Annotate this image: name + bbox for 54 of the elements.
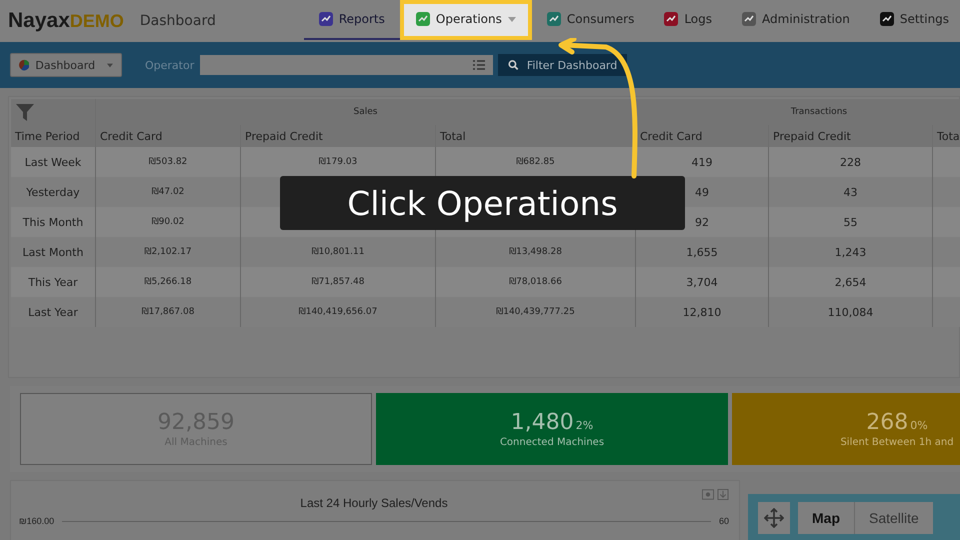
stat-value: 268 bbox=[866, 410, 908, 435]
map-type-button[interactable]: Satellite bbox=[855, 502, 933, 534]
table-cell: 3,704 bbox=[636, 267, 769, 297]
dashboard-dropdown[interactable]: Dashboard bbox=[10, 53, 122, 77]
move-button[interactable] bbox=[758, 502, 790, 534]
stat-percent: 2% bbox=[576, 419, 594, 432]
stat-percent: 0% bbox=[910, 419, 928, 432]
group-header: Transactions bbox=[636, 99, 960, 125]
caret-icon bbox=[107, 62, 113, 68]
column-header: Prepaid Credit bbox=[241, 125, 436, 147]
pie-chart-icon bbox=[19, 58, 30, 72]
map-type-button[interactable]: Map bbox=[798, 502, 855, 534]
table-cell: This Year bbox=[11, 267, 96, 297]
stat-value: 1,480 bbox=[510, 410, 574, 435]
table-cell: 419 bbox=[636, 147, 769, 177]
stat-label: Connected Machines bbox=[500, 437, 604, 448]
table-cell: 2,654 bbox=[769, 267, 933, 297]
brand-logo: Nayax bbox=[8, 9, 70, 33]
filter-dashboard-button[interactable]: Filter Dashboard bbox=[498, 54, 628, 76]
operator-label: Operator bbox=[145, 58, 194, 72]
stat-label: Silent Between 1h and bbox=[840, 437, 954, 448]
table-cell: This Month bbox=[11, 207, 96, 237]
table-cell: ₪5,266.18 bbox=[96, 267, 241, 297]
chart-title: Last 24 Hourly Sales/Vends bbox=[299, 496, 449, 510]
download-icon[interactable] bbox=[717, 489, 729, 500]
table-cell: ₪78,018.66 bbox=[436, 267, 636, 297]
instruction-callout: Click Operations bbox=[280, 176, 685, 230]
column-header: Credit Card bbox=[636, 125, 769, 147]
axis-label: 60 bbox=[718, 516, 729, 526]
nav-tab[interactable]: Administration bbox=[727, 0, 865, 40]
table-cell: 228 bbox=[769, 147, 933, 177]
nav-tab[interactable]: Settings bbox=[864, 0, 960, 40]
table-cell: ₪71,857.48 bbox=[241, 267, 436, 297]
column-header: Total bbox=[933, 125, 960, 147]
list-icon bbox=[473, 60, 486, 70]
table-cell: ₪90.02 bbox=[96, 207, 241, 237]
table-cell: Last Week bbox=[11, 147, 96, 177]
filter-icon[interactable] bbox=[15, 102, 35, 122]
page-title: Dashboard bbox=[140, 13, 216, 29]
edition-label: DEMO bbox=[70, 11, 124, 31]
nav-tab[interactable]: Operations bbox=[400, 0, 532, 40]
table-cell: ₪179.03 bbox=[241, 147, 436, 177]
move-icon bbox=[764, 508, 784, 528]
column-header: Prepaid Credit bbox=[769, 125, 933, 147]
column-header: Time Period bbox=[11, 125, 96, 147]
operator-field[interactable] bbox=[200, 55, 494, 75]
axis-label: ₪160.00 bbox=[19, 516, 54, 526]
table-cell: ₪503.82 bbox=[96, 147, 241, 177]
column-header: Credit Card bbox=[96, 125, 241, 147]
table-cell: 55 bbox=[769, 207, 933, 237]
nav-tab[interactable]: Consumers bbox=[532, 0, 650, 40]
image-icon[interactable] bbox=[702, 489, 714, 500]
search-icon bbox=[508, 59, 519, 71]
nav-tab[interactable]: Logs bbox=[649, 0, 728, 40]
